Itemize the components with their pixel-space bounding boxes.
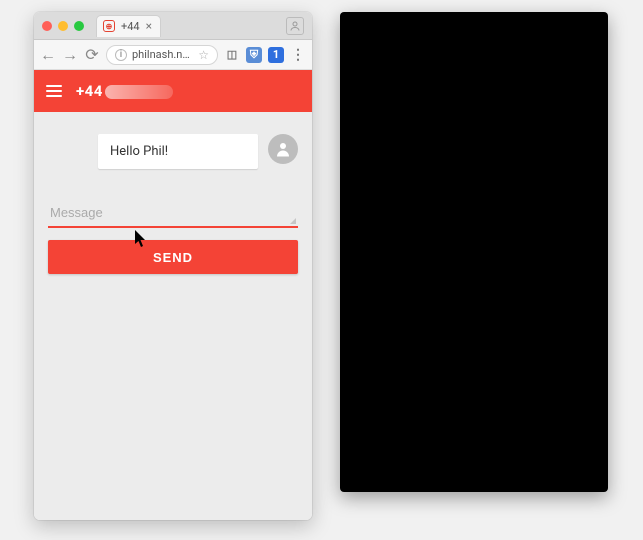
traffic-close-icon[interactable] [42,21,52,31]
address-bar: ← → ⟳ i philnash.ngro… ☆ ◫ ⛨ 1 ⋮ [34,40,312,70]
url-text: philnash.ngro… [132,48,193,61]
onepassword-extension-icon[interactable]: 1 [268,47,284,63]
hamburger-icon[interactable] [46,85,62,97]
avatar-icon [268,134,298,164]
forward-icon[interactable]: → [62,47,78,63]
message-bubble: Hello Phil! [98,134,258,169]
profile-icon[interactable] [286,17,304,35]
stage: ⊕ +44 × ← → ⟳ i philnash.ngro… ☆ ◫ ⛨ 1 ⋮ [0,0,643,540]
kebab-menu-icon[interactable]: ⋮ [290,47,306,63]
shield-extension-icon[interactable]: ⛨ [246,47,262,63]
back-icon[interactable]: ← [40,47,56,63]
mouse-cursor-icon [135,230,147,248]
message-text: Hello Phil! [110,144,168,159]
site-info-icon[interactable]: i [115,49,127,61]
traffic-lights [42,21,84,31]
header-phone-prefix: +44 [76,82,103,100]
traffic-zoom-icon[interactable] [74,21,84,31]
browser-window: ⊕ +44 × ← → ⟳ i philnash.ngro… ☆ ◫ ⛨ 1 ⋮ [34,12,312,520]
traffic-minimize-icon[interactable] [58,21,68,31]
reload-icon[interactable]: ⟳ [84,47,100,63]
resize-handle-icon[interactable] [290,218,296,224]
tab-close-icon[interactable]: × [146,19,152,33]
tab-title: +44 [121,20,140,33]
tab-strip: ⊕ +44 × [34,12,312,40]
message-row: Hello Phil! [48,134,298,169]
header-phone-number: +44 [76,82,173,100]
header-phone-blurred [105,85,173,99]
message-input-wrap [48,199,298,228]
app-header: +44 [34,70,312,112]
send-button[interactable]: SEND [48,240,298,274]
message-input[interactable] [48,199,298,228]
message-list: Hello Phil! [34,112,312,179]
app-root: +44 Hello Phil! SEND [34,70,312,520]
cast-icon[interactable]: ◫ [224,47,240,63]
bookmark-star-icon[interactable]: ☆ [198,48,209,62]
compose-area: SEND [34,199,312,292]
favicon-icon: ⊕ [103,20,115,32]
address-field[interactable]: i philnash.ngro… ☆ [106,45,218,65]
phone-mock [340,12,608,492]
browser-tab[interactable]: ⊕ +44 × [96,15,161,37]
